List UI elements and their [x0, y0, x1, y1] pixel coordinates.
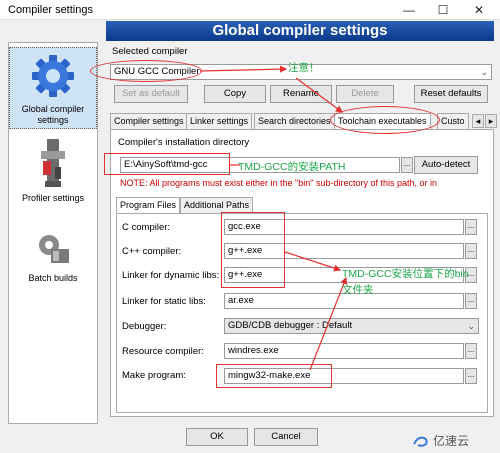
watermark-text: 亿速云 [433, 434, 470, 448]
watermark-logo-icon [413, 436, 428, 447]
annotation-path: TMD-GCC的安装PATH [238, 161, 346, 173]
watermark: 亿速云 [412, 432, 469, 449]
annotation-bin-line1: TMD-GCC安装位置下的bin [342, 268, 469, 280]
annotation-note: 注意！ [288, 62, 320, 74]
annotation-arrows [199, 65, 348, 371]
annotation-bin-line2: 文件夹 [342, 284, 374, 296]
